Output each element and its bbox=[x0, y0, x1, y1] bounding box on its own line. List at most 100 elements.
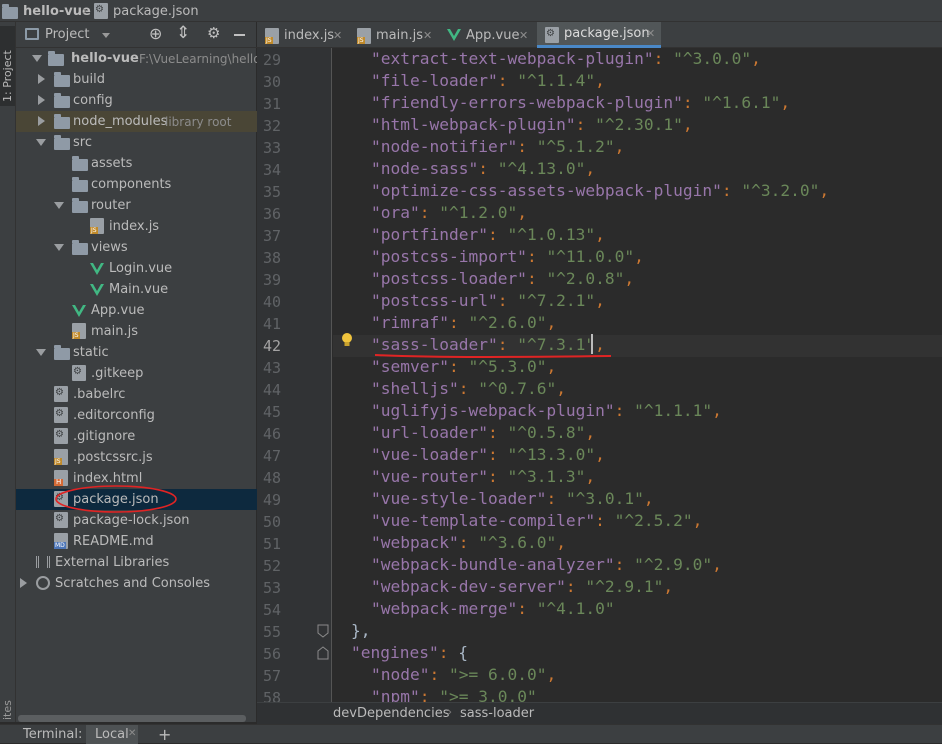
fold-end-icon[interactable] bbox=[317, 624, 329, 638]
code-line[interactable]: "vue-style-loader": "^3.0.1", bbox=[371, 489, 654, 508]
bottom-tool-label[interactable]: ites bbox=[1, 700, 14, 720]
tree-item-index-js[interactable]: index.js bbox=[16, 216, 257, 237]
json-value: "^3.0.1" bbox=[565, 489, 644, 508]
crumb-sass-loader[interactable]: sass-loader bbox=[460, 706, 534, 721]
code-line[interactable]: "vue-router": "^3.1.3", bbox=[371, 467, 595, 486]
code-line[interactable]: "html-webpack-plugin": "^2.30.1", bbox=[371, 115, 693, 134]
close-icon[interactable]: ✕ bbox=[646, 27, 655, 40]
chevron-down-icon[interactable] bbox=[54, 202, 64, 209]
code-line[interactable]: "vue-template-compiler": "^2.5.2", bbox=[371, 511, 702, 530]
chevron-down-icon[interactable] bbox=[36, 139, 46, 146]
project-view-selector[interactable]: Project bbox=[45, 27, 89, 42]
chevron-down-icon[interactable] bbox=[32, 55, 42, 62]
json-value: "^3.1.3" bbox=[507, 467, 586, 486]
tab-package-json[interactable]: package.json ✕ bbox=[537, 22, 661, 48]
breadcrumb-project[interactable]: hello-vue bbox=[2, 3, 91, 19]
tree-item-scratches-and-consoles[interactable]: Scratches and Consoles bbox=[16, 573, 257, 594]
breadcrumb-file[interactable]: package.json bbox=[94, 3, 199, 19]
json-value: "^2.6.0" bbox=[468, 313, 547, 332]
code-line[interactable]: "extract-text-webpack-plugin": "^3.0.0", bbox=[371, 49, 761, 68]
collapse-all-icon[interactable]: ⇕ bbox=[176, 23, 190, 43]
json-comma: , bbox=[634, 247, 644, 266]
tree-item-node-modules[interactable]: node_modules library root bbox=[16, 111, 257, 132]
chevron-right-icon[interactable] bbox=[38, 116, 45, 126]
code-line[interactable]: "postcss-import": "^11.0.0", bbox=[371, 247, 644, 266]
tree-item-editorconfig[interactable]: .editorconfig bbox=[16, 405, 257, 426]
close-icon[interactable]: ✕ bbox=[333, 29, 342, 42]
tree-item-babelrc[interactable]: .babelrc bbox=[16, 384, 257, 405]
json-value: "^1.1.4" bbox=[517, 71, 596, 90]
tab-main-js[interactable]: main.js ✕ bbox=[349, 22, 439, 48]
hide-icon[interactable] bbox=[234, 34, 245, 36]
tab-app-vue[interactable]: App.vue ✕ bbox=[439, 22, 535, 48]
code-line[interactable]: "uglifyjs-webpack-plugin": "^1.1.1", bbox=[371, 401, 722, 420]
tree-item-main-js[interactable]: main.js bbox=[16, 321, 257, 342]
tree-item-gitkeep[interactable]: .gitkeep bbox=[16, 363, 257, 384]
chevron-right-icon[interactable] bbox=[20, 578, 27, 588]
code-line[interactable]: "ora": "^1.2.0", bbox=[371, 203, 527, 222]
tree-item-static[interactable]: static bbox=[16, 342, 257, 363]
code-line[interactable]: "rimraf": "^2.6.0", bbox=[371, 313, 556, 332]
config-file-icon bbox=[72, 365, 86, 381]
json-key: "node-sass" bbox=[371, 159, 479, 178]
code-line[interactable]: "webpack-dev-server": "^2.9.1", bbox=[371, 577, 673, 596]
add-terminal-icon[interactable]: + bbox=[158, 725, 171, 744]
json-value: "^0.7.6" bbox=[478, 379, 557, 398]
code-line[interactable]: "webpack": "^3.6.0", bbox=[371, 533, 566, 552]
lightbulb-icon[interactable] bbox=[341, 332, 353, 348]
code-line[interactable]: "node-sass": "^4.13.0", bbox=[371, 159, 595, 178]
json-key: "postcss-loader" bbox=[371, 269, 527, 288]
code-line[interactable]: "portfinder": "^1.0.13", bbox=[371, 225, 605, 244]
tree-item-postcssrc-js[interactable]: .postcssrc.js bbox=[16, 447, 257, 468]
chevron-down-icon[interactable] bbox=[102, 33, 110, 38]
line-number-gutter: 29 30 31 32 33 34 35 36 37 38 39 40 41 42 43 44 45 46 47 48… bbox=[257, 48, 332, 702]
tab-index-js[interactable]: index.js ✕ bbox=[257, 22, 349, 48]
tree-root-hello-vue[interactable]: hello-vue F:\VueLearning\hello-vu bbox=[16, 48, 280, 69]
tree-item-readme-md[interactable]: README.md bbox=[16, 531, 257, 552]
chevron-right-icon[interactable] bbox=[38, 95, 45, 105]
code-line[interactable]: "vue-loader": "^13.3.0", bbox=[371, 445, 605, 464]
tree-item-app-vue[interactable]: App.vue bbox=[16, 300, 257, 321]
chevron-down-icon[interactable] bbox=[54, 244, 64, 251]
code-line[interactable]: }, bbox=[351, 621, 371, 640]
code-line[interactable]: "postcss-loader": "^2.0.8", bbox=[371, 269, 634, 288]
project-tool-button[interactable]: 1: Project bbox=[0, 26, 15, 106]
tree-item-main-vue[interactable]: Main.vue bbox=[16, 279, 257, 300]
tree-item-src[interactable]: src bbox=[16, 132, 257, 153]
tree-item-login-vue[interactable]: Login.vue bbox=[16, 258, 257, 279]
code-line[interactable]: "friendly-errors-webpack-plugin": "^1.6.… bbox=[371, 93, 790, 112]
tree-item-views[interactable]: views bbox=[16, 237, 257, 258]
tree-item-router[interactable]: router bbox=[16, 195, 257, 216]
code-line[interactable]: "shelljs": "^0.7.6", bbox=[371, 379, 566, 398]
tree-item-components[interactable]: components bbox=[16, 174, 257, 195]
code-line[interactable]: "optimize-css-assets-webpack-plugin": "^… bbox=[371, 181, 829, 200]
code-editor[interactable]: 29 30 31 32 33 34 35 36 37 38 39 40 41 42 43 44 45 46 47 48… bbox=[257, 48, 942, 702]
code-line[interactable]: "file-loader": "^1.1.4", bbox=[371, 71, 605, 90]
code-line[interactable]: "url-loader": "^0.5.8", bbox=[371, 423, 595, 442]
code-line[interactable]: "engines": { bbox=[351, 643, 468, 662]
fold-start-icon[interactable] bbox=[317, 646, 329, 660]
tree-item-config[interactable]: config bbox=[16, 90, 257, 111]
close-icon[interactable]: ✕ bbox=[128, 728, 136, 739]
json-colon: : bbox=[517, 137, 537, 156]
chevron-right-icon[interactable] bbox=[38, 74, 45, 84]
code-line[interactable]: "npm": ">= 3.0.0" bbox=[371, 687, 537, 702]
code-line[interactable]: "webpack-merge": "^4.1.0" bbox=[371, 599, 615, 618]
code-line[interactable]: "node": ">= 6.0.0", bbox=[371, 665, 556, 684]
tree-item-external-libraries[interactable]: External Libraries bbox=[16, 552, 257, 573]
code-line[interactable]: "webpack-bundle-analyzer": "^2.9.0", bbox=[371, 555, 722, 574]
horizontal-scrollbar[interactable] bbox=[18, 715, 246, 722]
chevron-down-icon[interactable] bbox=[36, 349, 46, 356]
json-key: "webpack-dev-server" bbox=[371, 577, 566, 596]
tree-item-gitignore[interactable]: .gitignore bbox=[16, 426, 257, 447]
code-line[interactable]: "node-notifier": "^5.1.2", bbox=[371, 137, 624, 156]
close-icon[interactable]: ✕ bbox=[423, 29, 432, 42]
crumb-devdependencies[interactable]: devDependencies bbox=[333, 706, 449, 721]
gear-icon[interactable]: ⚙ bbox=[207, 24, 220, 42]
code-line[interactable]: "postcss-url": "^7.2.1", bbox=[371, 291, 605, 310]
close-icon[interactable]: ✕ bbox=[519, 29, 528, 42]
terminal-label[interactable]: Terminal: bbox=[23, 727, 82, 742]
tree-item-build[interactable]: build bbox=[16, 69, 257, 90]
locate-icon[interactable]: ⊕ bbox=[149, 24, 162, 43]
tree-item-assets[interactable]: assets bbox=[16, 153, 257, 174]
